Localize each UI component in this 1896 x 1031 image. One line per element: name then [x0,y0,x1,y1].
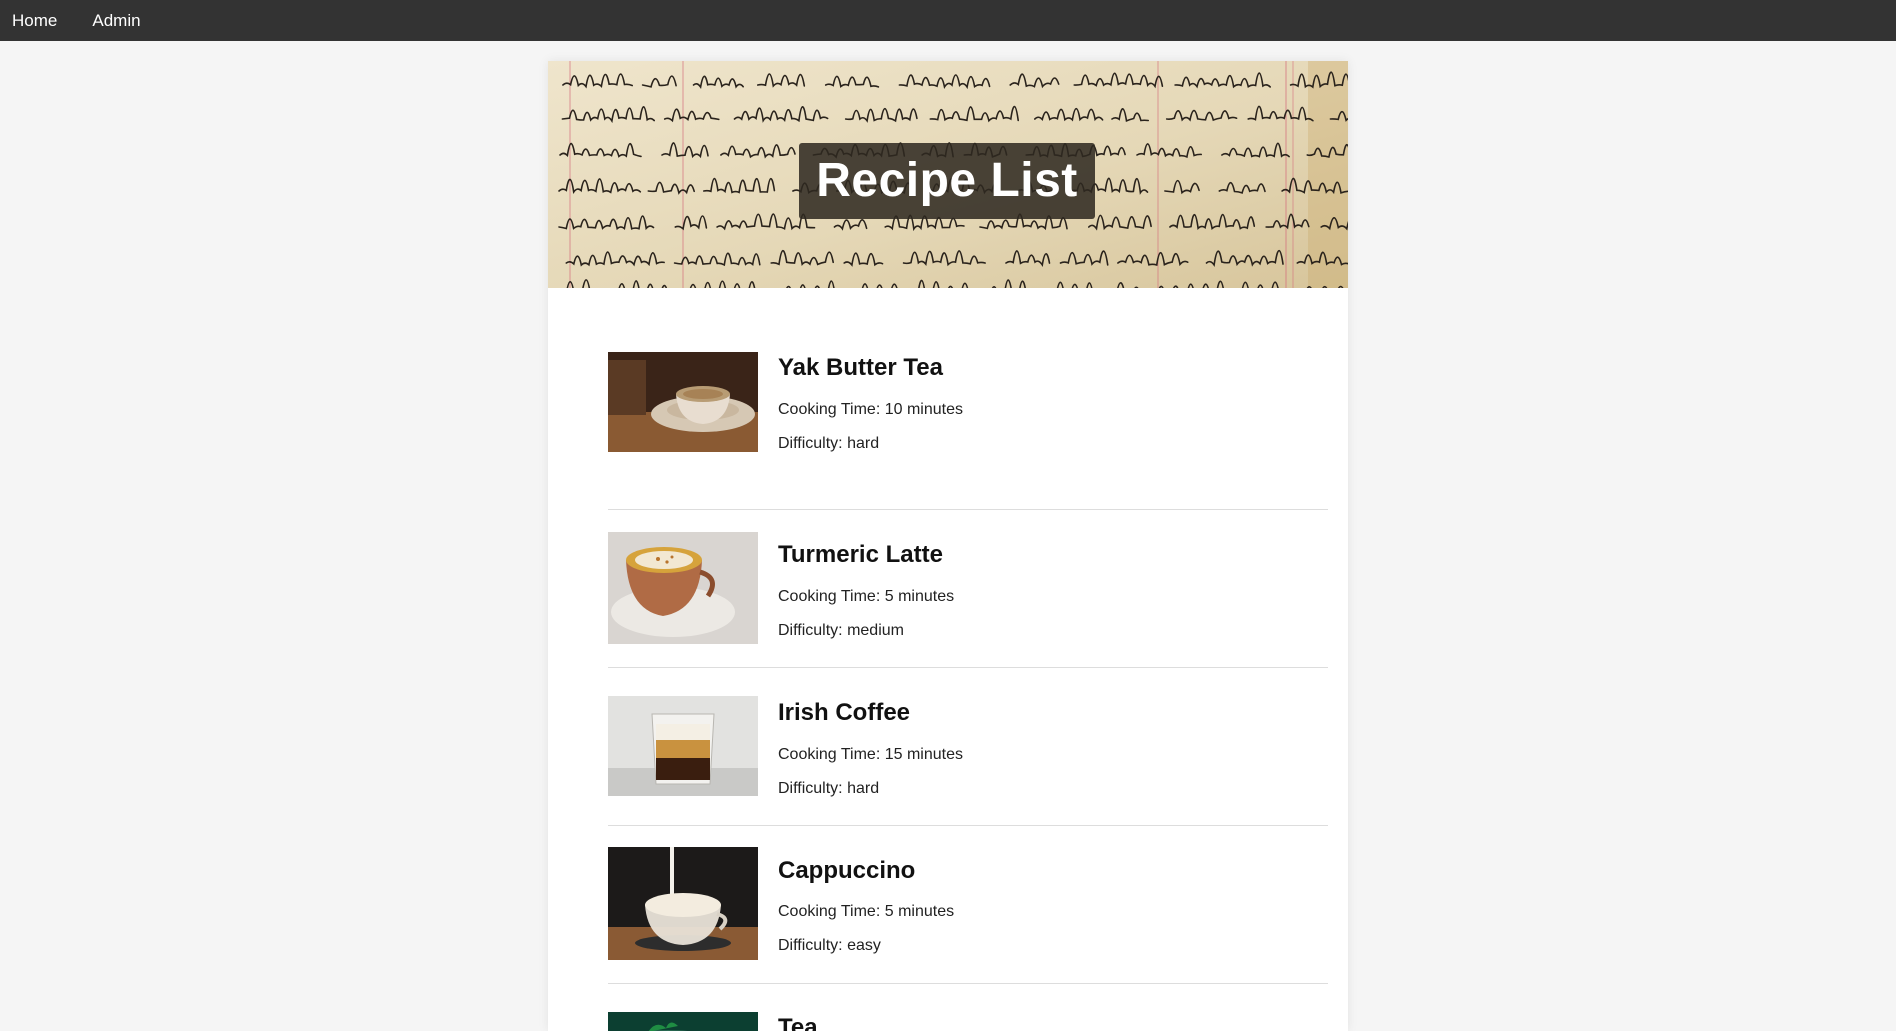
recipe-cooking-time: Cooking Time: 5 minutes [778,588,955,605]
list-item[interactable]: Cappuccino Cooking Time: 5 minutes Diffi… [608,826,1328,984]
cappuccino-image [608,847,758,960]
turmeric-latte-image [608,532,758,644]
recipe-cooking-time: Cooking Time: 10 minutes [778,401,963,418]
recipe-difficulty: Difficulty: medium [778,622,904,639]
recipe-list-container: Recipe List Yak Butter Tea Cooking Time:… [548,61,1348,1031]
recipe-name[interactable]: Turmeric Latte [778,541,943,569]
recipe-name[interactable]: Yak Butter Tea [778,354,943,382]
list-item[interactable]: Yak Butter Tea Cooking Time: 10 minutes … [608,352,1328,510]
recipe-list: Yak Butter Tea Cooking Time: 10 minutes … [608,352,1328,1031]
nav-admin-link[interactable]: Admin [92,0,140,41]
page-title: Recipe List [799,143,1095,219]
header-banner: Recipe List [548,61,1348,288]
nav-home-link[interactable]: Home [12,0,57,41]
tea-image [608,1012,758,1031]
list-item[interactable]: Turmeric Latte Cooking Time: 5 minutes D… [608,510,1328,668]
recipe-difficulty: Difficulty: hard [778,780,880,797]
recipe-cooking-time: Cooking Time: 5 minutes [778,903,955,920]
top-navigation: Home Admin [0,0,1896,41]
recipe-difficulty: Difficulty: hard [778,435,880,452]
recipe-cooking-time: Cooking Time: 15 minutes [778,746,963,763]
recipe-name[interactable]: Cappuccino [778,857,915,885]
list-item[interactable]: Tea [608,984,1328,1031]
recipe-name[interactable]: Irish Coffee [778,699,910,727]
recipe-name[interactable]: Tea [778,1014,818,1031]
recipe-difficulty: Difficulty: easy [778,937,881,954]
yak-butter-tea-image [608,352,758,452]
list-item[interactable]: Irish Coffee Cooking Time: 15 minutes Di… [608,668,1328,826]
irish-coffee-image [608,696,758,796]
